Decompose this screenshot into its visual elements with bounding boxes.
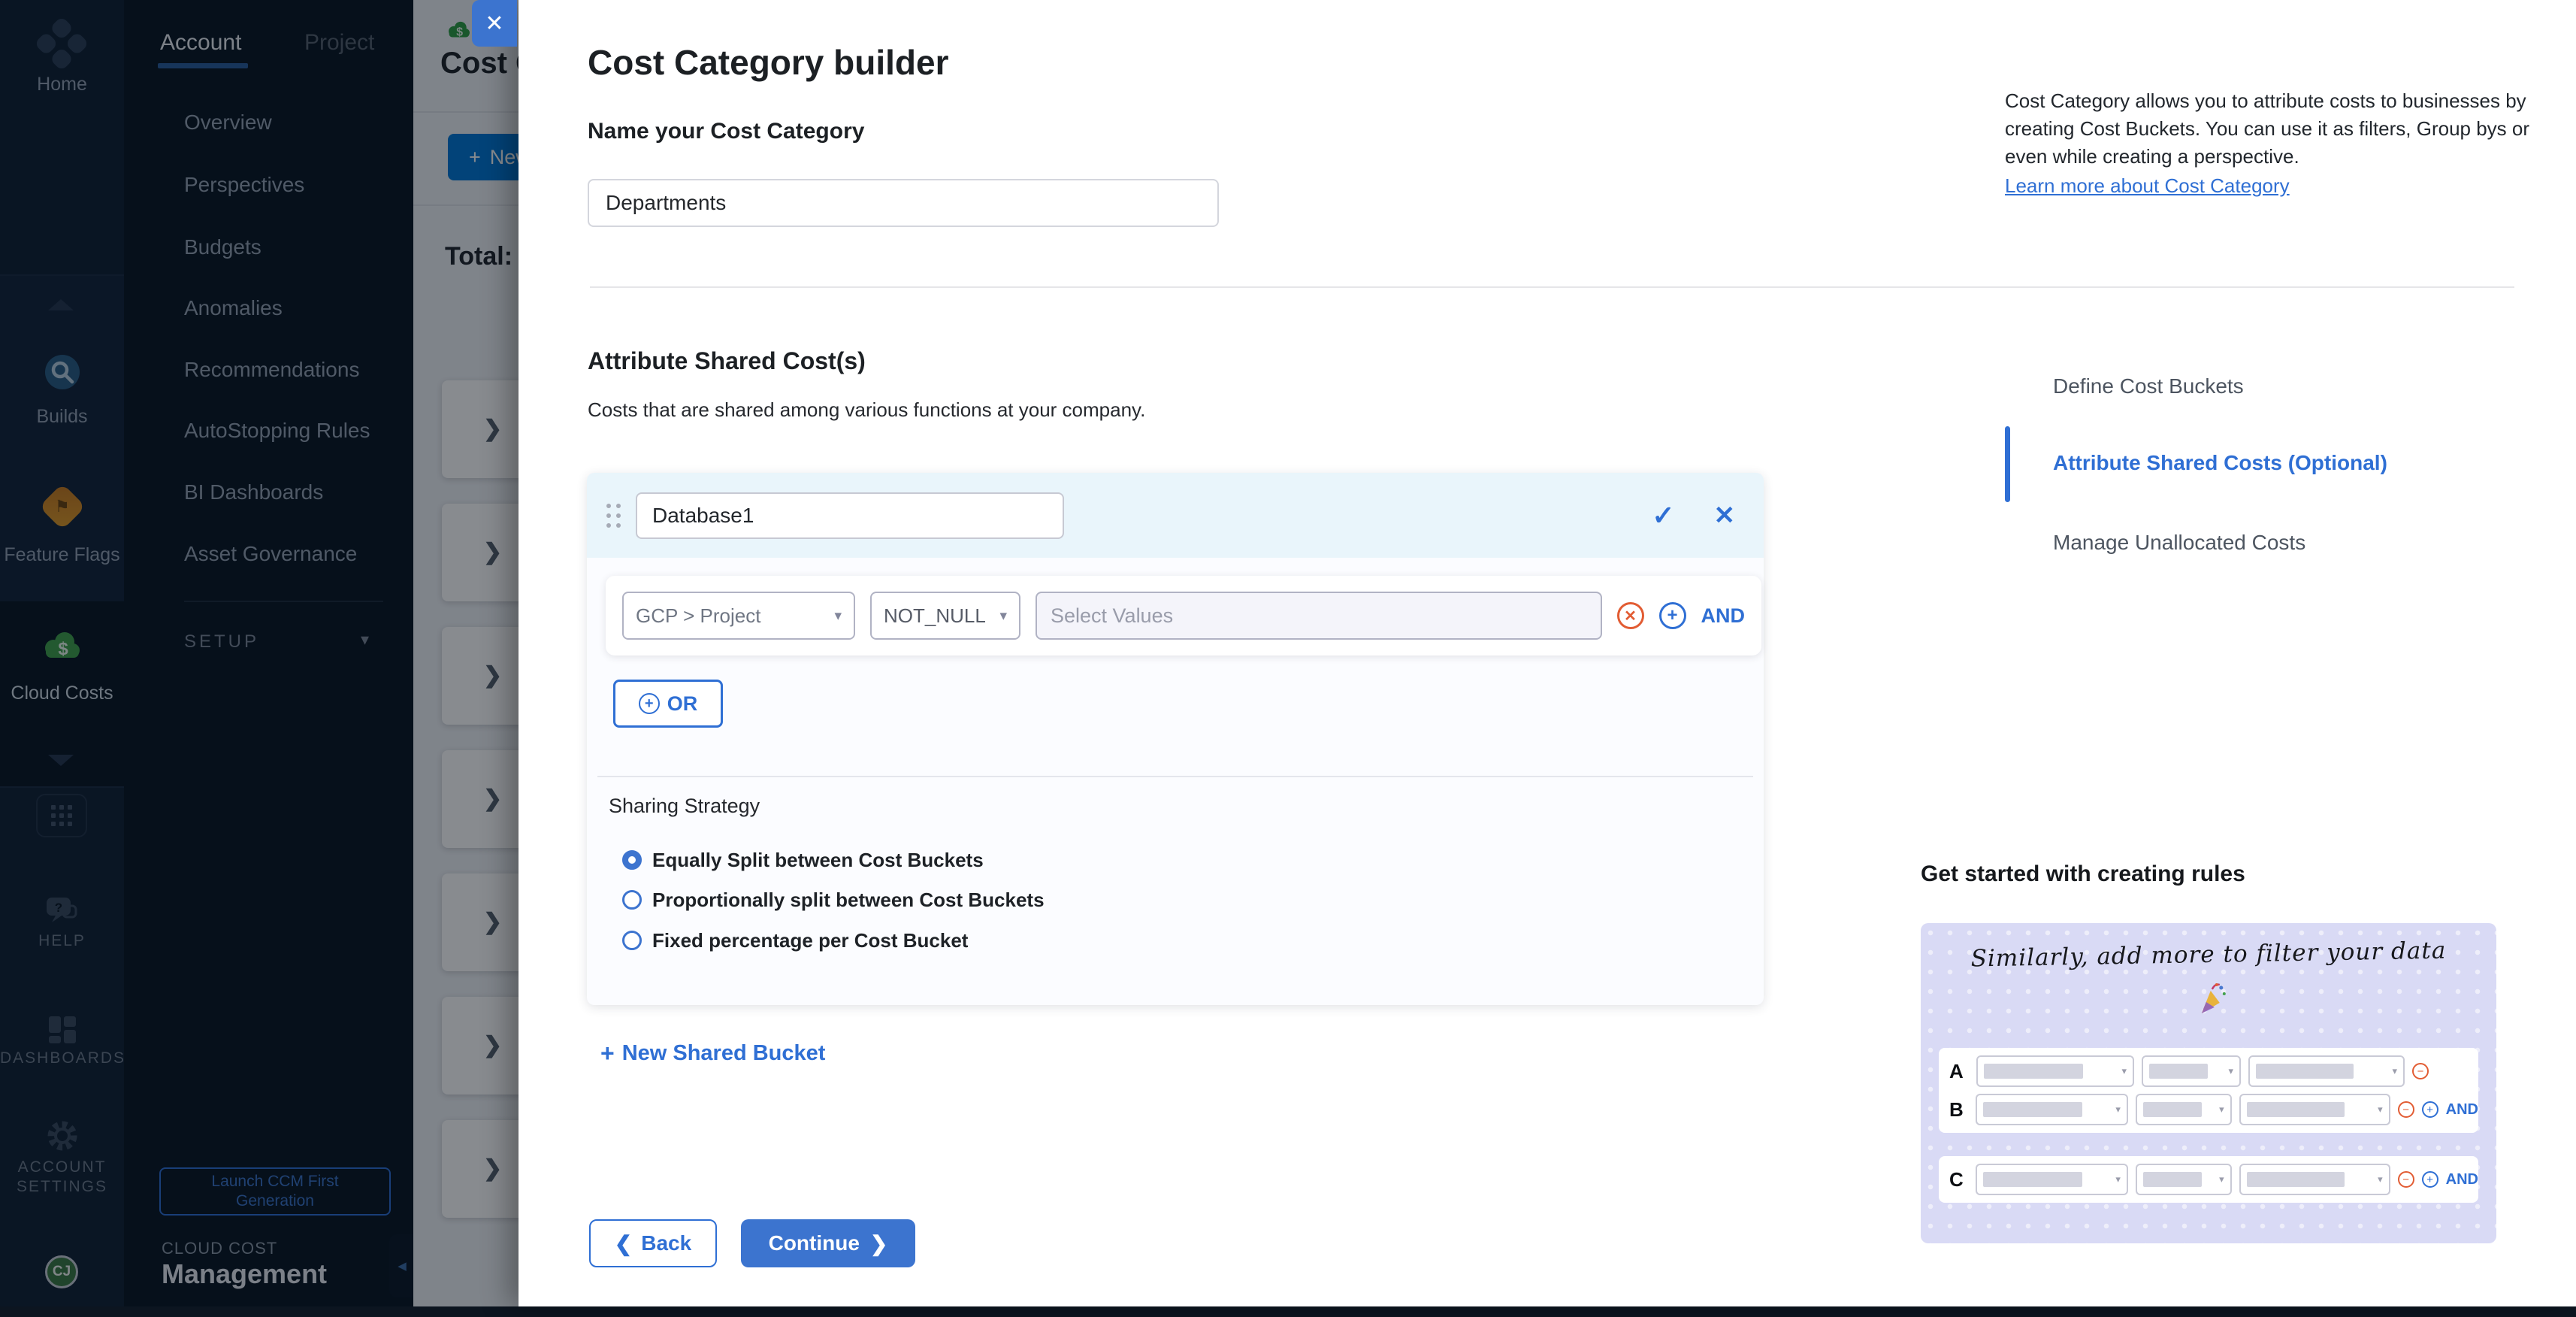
radio-icon[interactable] <box>622 850 642 870</box>
shared-bucket-card: ✓ ✕ GCP > Project ▾ NOT_NULL ▾ ✕ + AND + <box>587 473 1764 1005</box>
values-input[interactable] <box>1036 592 1602 640</box>
check-icon: ✓ <box>1652 500 1674 531</box>
plus-circle-icon: + <box>639 693 660 714</box>
get-started-heading: Get started with creating rules <box>1921 861 2245 887</box>
illustration-annotation: Similarly, add more to filter your data <box>1921 936 2497 973</box>
delete-condition-icon[interactable]: ✕ <box>1617 602 1644 629</box>
illustration-row-b: B ▾ ▾ ▾ − + AND <box>1949 1094 2478 1125</box>
bucket-divider <box>597 776 1753 777</box>
add-and-condition-icon[interactable]: + <box>1659 602 1686 629</box>
minus-icon: − <box>2398 1171 2414 1188</box>
plus-icon: + <box>2422 1101 2438 1118</box>
chevron-down-icon: ▾ <box>834 607 842 625</box>
shared-costs-description: Costs that are shared among various func… <box>588 398 1145 422</box>
learn-more-link[interactable]: Learn more about Cost Category <box>2005 172 2290 200</box>
bucket-name-input[interactable] <box>636 492 1064 539</box>
modal-close-button[interactable]: ✕ <box>472 0 517 47</box>
illustration-row-a: A ▾ ▾ ▾ − <box>1949 1055 2478 1087</box>
name-section-label: Name your Cost Category <box>588 119 864 144</box>
rules-illustration: Similarly, add more to filter your data … <box>1921 923 2496 1243</box>
close-icon: ✕ <box>485 11 503 37</box>
chevron-right-icon: ❯ <box>870 1231 887 1256</box>
and-label[interactable]: AND <box>1701 604 1746 628</box>
radio-equally-split[interactable]: Equally Split between Cost Buckets <box>622 847 984 873</box>
radio-fixed-percentage[interactable]: Fixed percentage per Cost Bucket <box>622 928 968 953</box>
step-manage-unallocated-costs[interactable]: Manage Unallocated Costs <box>2053 531 2305 555</box>
cost-category-name-input[interactable] <box>588 179 1219 227</box>
radio-icon[interactable] <box>622 931 642 950</box>
minus-icon: − <box>2412 1063 2429 1079</box>
cost-category-builder-modal: Cost Category builder Name your Cost Cat… <box>519 0 2576 1306</box>
illustration-row-c: C ▾ ▾ ▾ − + AND <box>1949 1164 2478 1195</box>
bucket-header: ✓ ✕ <box>587 473 1764 558</box>
condition-row: GCP > Project ▾ NOT_NULL ▾ ✕ + AND <box>606 576 1761 655</box>
chevron-down-icon: ▾ <box>999 607 1007 625</box>
modal-title: Cost Category builder <box>588 42 949 83</box>
illustration-rule-group: C ▾ ▾ ▾ − + AND <box>1939 1156 2478 1203</box>
plus-icon: + <box>600 1040 615 1067</box>
sharing-strategy-label: Sharing Strategy <box>609 795 760 818</box>
drag-handle-icon[interactable] <box>606 504 621 528</box>
plus-icon: + <box>2422 1171 2438 1188</box>
minus-icon: − <box>2398 1101 2414 1118</box>
field-select[interactable]: GCP > Project ▾ <box>622 592 855 640</box>
step-define-cost-buckets[interactable]: Define Cost Buckets <box>2053 374 2244 398</box>
app-root: Home Builds ⚑ Feature Flags $ Cloud Cost… <box>0 0 2576 1317</box>
party-popper-icon <box>2194 980 2230 1016</box>
confirm-bucket-name-button[interactable]: ✓ <box>1647 499 1679 532</box>
add-or-condition-button[interactable]: + OR <box>613 680 723 728</box>
shared-costs-heading: Attribute Shared Cost(s) <box>588 347 866 375</box>
new-shared-bucket-button[interactable]: + New Shared Bucket <box>596 1039 830 1068</box>
active-step-indicator <box>2005 426 2010 502</box>
step-attribute-shared-costs[interactable]: Attribute Shared Costs (Optional) <box>2053 451 2387 475</box>
chevron-left-icon: ❮ <box>615 1231 632 1256</box>
section-divider <box>590 286 2514 288</box>
back-button[interactable]: ❮ Back <box>589 1219 717 1267</box>
cost-category-help-text: Cost Category allows you to attribute co… <box>2005 87 2531 200</box>
cancel-bucket-button[interactable]: ✕ <box>1710 500 1740 531</box>
continue-button[interactable]: Continue ❯ <box>741 1219 915 1267</box>
radio-proportionally-split[interactable]: Proportionally split between Cost Bucket… <box>622 887 1045 913</box>
illustration-rule-group: A ▾ ▾ ▾ − B ▾ ▾ ▾ − + AND <box>1939 1048 2478 1133</box>
close-icon: ✕ <box>1714 501 1736 530</box>
operator-select[interactable]: NOT_NULL ▾ <box>870 592 1020 640</box>
radio-icon[interactable] <box>622 890 642 910</box>
